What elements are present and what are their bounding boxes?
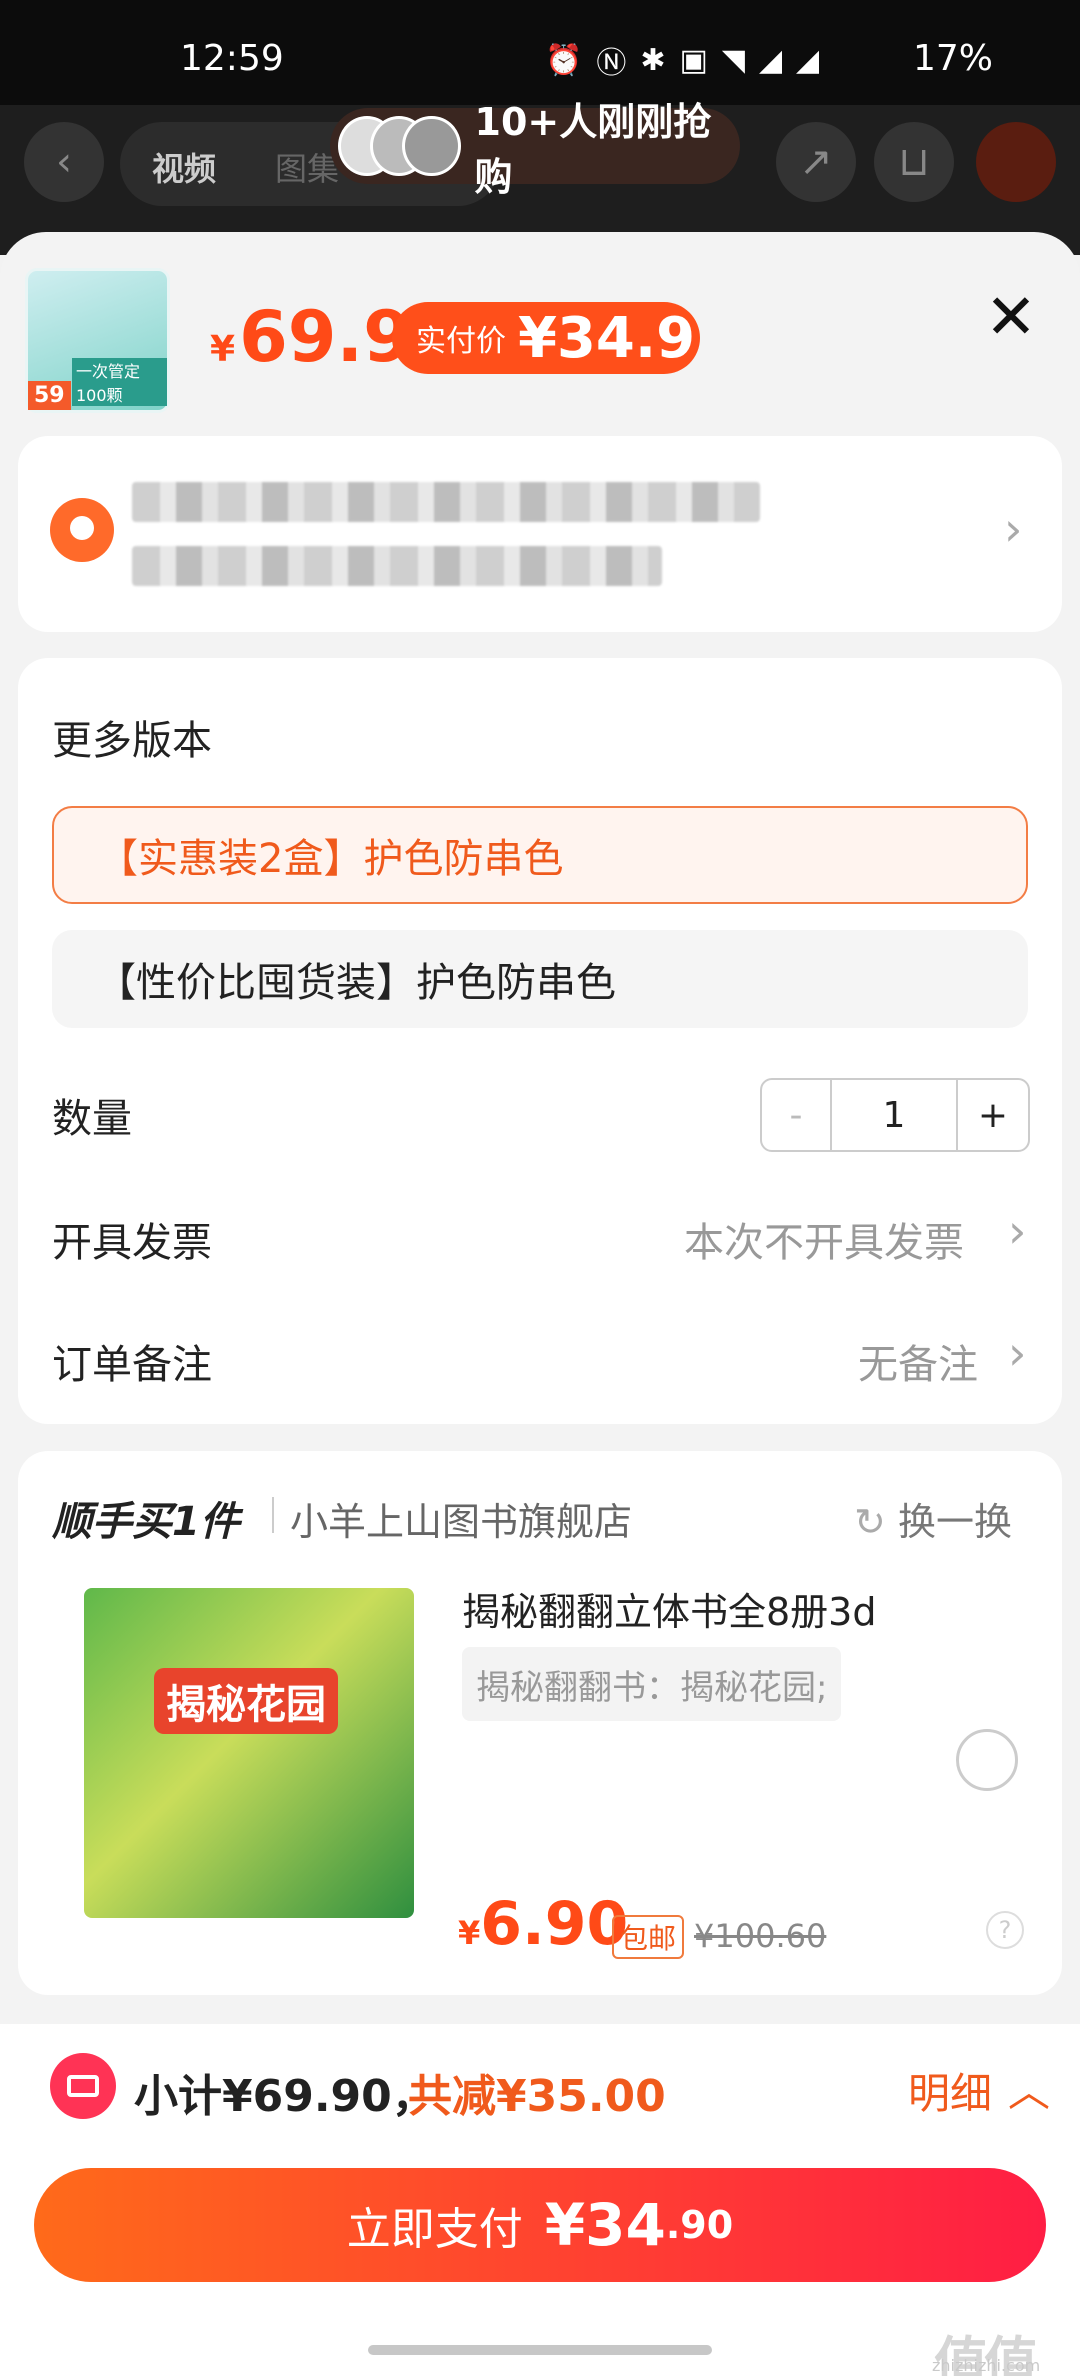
- subtotal-text: 小计¥69.90，: [134, 2071, 436, 2122]
- address-line-blurred: [132, 546, 662, 586]
- help-icon[interactable]: ?: [986, 1911, 1024, 1949]
- detail-button[interactable]: 明细: [908, 2060, 992, 2121]
- options-card: 更多版本 【实惠装2盒】护色防串色 【性价比囤货装】护色防串色 数量 - 1 +…: [18, 658, 1062, 1424]
- quantity-minus-button[interactable]: -: [762, 1080, 832, 1150]
- section-title-versions: 更多版本: [52, 718, 212, 764]
- thumbnail-badge: 59: [28, 381, 71, 410]
- book-cover-title: 揭秘花园: [154, 1668, 338, 1734]
- share-icon[interactable]: ↗: [776, 122, 856, 202]
- battery-level: 17%: [913, 38, 994, 79]
- store-name[interactable]: 小羊上山图书旗舰店: [290, 1491, 632, 1546]
- pay-label: 立即支付: [346, 2204, 523, 2255]
- signal-icon: ◢: [758, 42, 783, 78]
- close-icon[interactable]: ✕: [985, 280, 1037, 353]
- free-shipping-badge: 包邮: [612, 1915, 685, 1959]
- remark-value[interactable]: 无备注: [858, 1332, 978, 1390]
- toast-text: 10+人刚刚抢购: [474, 100, 712, 199]
- quantity-label: 数量: [52, 1096, 132, 1142]
- add-on-title[interactable]: 揭秘翻翻立体书全8册3d: [462, 1581, 876, 1636]
- chevron-right-icon: ›: [1004, 502, 1023, 556]
- real-price-badge: 实付价 ¥34.9: [392, 302, 700, 374]
- invoice-value[interactable]: 本次不开具发票: [684, 1210, 964, 1268]
- watermark-site: zhizhizhi.com: [932, 2356, 1041, 2375]
- home-indicator[interactable]: [368, 2345, 712, 2355]
- pay-now-button[interactable]: 立即支付 ¥34.90: [34, 2168, 1046, 2282]
- address-card[interactable]: ›: [18, 436, 1062, 632]
- invoice-label: 开具发票: [52, 1220, 212, 1266]
- cart-icon[interactable]: ⊔: [874, 122, 954, 202]
- nfc-icon: Ⓝ: [596, 46, 627, 81]
- purchase-toast: 10+人刚刚抢购: [330, 100, 740, 199]
- quantity-plus-button[interactable]: +: [958, 1080, 1028, 1150]
- product-thumbnail[interactable]: 59 一次管定100颗: [25, 268, 170, 413]
- tab-video[interactable]: 视频: [152, 144, 216, 190]
- status-time: 12:59: [180, 38, 284, 79]
- volte-icon: ▣: [679, 42, 708, 78]
- thumbnail-strip: 一次管定100颗: [72, 358, 167, 406]
- bluetooth-icon: ✱: [640, 42, 666, 78]
- store-avatar[interactable]: [976, 122, 1056, 202]
- location-pin-icon: [50, 498, 114, 562]
- divider: [272, 1497, 274, 1533]
- add-on-card: 顺手买1件 小羊上山图书旗舰店 ↻ 换一换 揭秘花园 揭秘翻翻立体书全8册3d …: [18, 1451, 1062, 1995]
- avatar: [402, 116, 461, 176]
- version-option-selected[interactable]: 【实惠装2盒】护色防串色: [52, 806, 1028, 904]
- chevron-right-icon: ›: [1008, 1326, 1027, 1380]
- product-price: ¥69.9: [210, 296, 412, 378]
- real-price-value: ¥34.9: [518, 305, 696, 371]
- swap-button[interactable]: ↻ 换一换: [854, 1491, 1012, 1546]
- address-line-blurred: [132, 482, 760, 522]
- signal-r-icon: ◢: [796, 42, 820, 78]
- add-on-select-radio[interactable]: [956, 1729, 1018, 1791]
- add-on-price: ¥6.90: [458, 1889, 629, 1959]
- wifi-icon: ◥: [721, 42, 745, 78]
- pay-amount: ¥34: [544, 2191, 666, 2259]
- back-icon[interactable]: ‹: [24, 122, 104, 202]
- chevron-right-icon: ›: [1008, 1204, 1027, 1258]
- book-cover-image[interactable]: 揭秘花园: [84, 1588, 414, 1918]
- status-bar: 12:59 ⏰ Ⓝ ✱ ▣ ◥ ◢ ◢ 17%: [0, 0, 1080, 105]
- remark-label: 订单备注: [52, 1342, 212, 1388]
- real-price-label: 实付价: [416, 324, 506, 359]
- chevron-up-icon[interactable]: ︿: [1008, 2058, 1050, 2119]
- coupon-icon: [50, 2053, 116, 2119]
- add-on-sku[interactable]: 揭秘翻翻书：揭秘花园;: [462, 1647, 842, 1721]
- status-icons: ⏰ Ⓝ ✱ ▣ ◥ ◢ ◢: [545, 38, 819, 82]
- pay-cents: .90: [665, 2203, 734, 2247]
- refresh-icon: ↻: [854, 1500, 886, 1544]
- quantity-stepper: - 1 +: [760, 1078, 1030, 1152]
- discount-text: 共减¥35.00: [408, 2071, 666, 2122]
- add-on-heading: 顺手买1件: [52, 1499, 240, 1545]
- quantity-input[interactable]: 1: [832, 1080, 958, 1150]
- version-option[interactable]: 【性价比囤货装】护色防串色: [52, 930, 1028, 1028]
- original-price: ¥100.60: [694, 1917, 827, 1955]
- alarm-icon: ⏰: [545, 42, 583, 78]
